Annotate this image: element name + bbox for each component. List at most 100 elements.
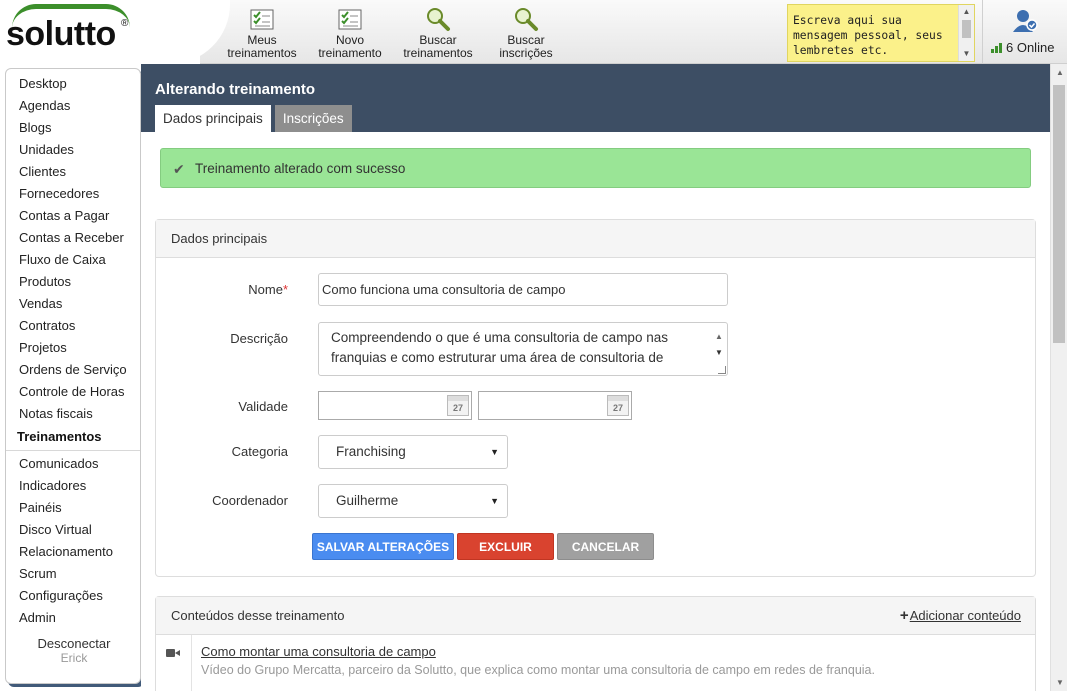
description-field[interactable]: Compreendendo o que é uma consultoria de… [318, 322, 728, 376]
scroll-down-icon[interactable]: ▼ [715, 343, 723, 363]
personal-note[interactable]: Escreva aqui sua mensagem pessoal, seus … [787, 4, 975, 62]
nav-buscar-inscricoes[interactable]: Buscar inscrições [482, 0, 570, 64]
nav-buscar-treinamentos[interactable]: Buscar treinamentos [394, 0, 482, 64]
nav-meus-treinamentos[interactable]: Meus treinamentos [218, 0, 306, 64]
sidebar-item-paineis[interactable]: Painéis [6, 497, 140, 519]
content-title-link[interactable]: Como montar uma consultoria de campo [201, 644, 436, 659]
sidebar-item-contratos[interactable]: Contratos [6, 315, 140, 337]
add-content-link[interactable]: +Adicionar conteúdo [900, 597, 1021, 635]
nav-novo-treinamento[interactable]: Novo treinamento [306, 0, 394, 64]
resize-grip-icon[interactable] [718, 366, 726, 374]
checklist-icon [338, 9, 362, 30]
logout-link[interactable]: Desconectar [6, 636, 142, 651]
dropdown-arrow-icon: ▼ [490, 447, 499, 457]
scroll-up-icon[interactable]: ▲ [959, 5, 974, 19]
sidebar-item-projetos[interactable]: Projetos [6, 337, 140, 359]
note-scrollbar[interactable]: ▲ ▼ [958, 5, 974, 61]
coordinator-select[interactable]: Guilherme ▼ [318, 484, 508, 518]
online-label: 6 Online [1006, 40, 1055, 55]
category-value: Franchising [336, 444, 406, 459]
page-title: Alterando treinamento [155, 81, 316, 98]
list-item: Como montar uma consultoria de campo Víd… [156, 635, 1035, 691]
coordinator-value: Guilherme [336, 493, 399, 508]
content-description: Vídeo do Grupo Mercatta, parceiro da Sol… [201, 663, 875, 677]
tab-inscricoes[interactable]: Inscrições [274, 105, 352, 132]
sidebar-item-desktop[interactable]: Desktop [6, 73, 140, 95]
nav-label-line2: inscrições [499, 46, 553, 60]
nav-label-line2: treinamentos [403, 46, 473, 60]
row-divider [191, 635, 192, 691]
checklist-icon [250, 9, 274, 30]
check-icon: ✔ [173, 161, 185, 177]
search-icon [515, 8, 538, 31]
calendar-icon[interactable]: 27 [607, 395, 629, 416]
personal-note-text[interactable]: Escreva aqui sua mensagem pessoal, seus … [793, 13, 959, 58]
sidebar-item-admin[interactable]: Admin [6, 607, 140, 629]
delete-button[interactable]: EXCLUIR [457, 533, 554, 560]
required-marker: * [282, 282, 288, 297]
sidebar-item-comunicados[interactable]: Comunicados [6, 453, 140, 475]
sidebar-item-ordens-de-servico[interactable]: Ordens de Serviço [6, 359, 140, 381]
validity-start-field[interactable]: 27 [318, 391, 472, 420]
name-field[interactable]: Como funciona uma consultoria de campo [318, 273, 728, 306]
description-scrollbar[interactable]: ▲ ▼ [710, 323, 727, 375]
sidebar-divider [6, 450, 140, 451]
save-button[interactable]: SALVAR ALTERAÇÕES [312, 533, 454, 560]
logo[interactable]: solutto ® [0, 0, 200, 64]
sidebar-item-disco-virtual[interactable]: Disco Virtual [6, 519, 140, 541]
sidebar-item-configuracoes[interactable]: Configurações [6, 585, 140, 607]
contents-panel: Conteúdos desse treinamento +Adicionar c… [155, 596, 1036, 691]
scroll-thumb[interactable] [1053, 85, 1065, 343]
page-header: Alterando treinamento Dados principais I… [141, 64, 1050, 132]
validity-label: Validade [238, 399, 288, 414]
category-label: Categoria [231, 444, 288, 459]
coordinator-label: Coordenador [212, 493, 288, 508]
name-label: Nome* [248, 282, 288, 297]
sidebar-item-treinamentos[interactable]: Treinamentos [6, 425, 140, 449]
sidebar-item-notas-fiscais[interactable]: Notas fiscais [6, 403, 140, 425]
sidebar-item-unidades[interactable]: Unidades [6, 139, 140, 161]
name-label-text: Nome [248, 282, 283, 297]
calendar-icon[interactable]: 27 [447, 395, 469, 416]
sidebar-item-vendas[interactable]: Vendas [6, 293, 140, 315]
category-select[interactable]: Franchising ▼ [318, 435, 508, 469]
logout-area: Desconectar Erick [6, 636, 142, 665]
sidebar-item-fornecedores[interactable]: Fornecedores [6, 183, 140, 205]
sidebar-item-blogs[interactable]: Blogs [6, 117, 140, 139]
scroll-down-icon[interactable]: ▼ [959, 47, 974, 61]
search-icon [427, 8, 450, 31]
cancel-button[interactable]: CANCELAR [557, 533, 654, 560]
scroll-thumb[interactable] [962, 20, 971, 38]
description-text: Compreendendo o que é uma consultoria de… [331, 330, 668, 365]
sidebar-item-scrum[interactable]: Scrum [6, 563, 140, 585]
add-content-label: Adicionar conteúdo [909, 608, 1021, 623]
sidebar-item-agendas[interactable]: Agendas [6, 95, 140, 117]
scroll-up-icon[interactable]: ▲ [1056, 68, 1064, 77]
sidebar-item-controle-de-horas[interactable]: Controle de Horas [6, 381, 140, 403]
sidebar-item-produtos[interactable]: Produtos [6, 271, 140, 293]
scroll-down-icon[interactable]: ▼ [1056, 678, 1064, 687]
form-panel-title: Dados principais [156, 220, 1035, 258]
tab-bar: Dados principais Inscrições [155, 105, 352, 132]
nav-label-line2: treinamentos [227, 46, 297, 60]
sidebar-item-fluxo-de-caixa[interactable]: Fluxo de Caixa [6, 249, 140, 271]
online-users[interactable]: 6 Online [982, 0, 1067, 64]
sidebar-item-relacionamento[interactable]: Relacionamento [6, 541, 140, 563]
sidebar-item-contas-a-pagar[interactable]: Contas a Pagar [6, 205, 140, 227]
form-panel: Dados principais Nome* Como funciona uma… [155, 219, 1036, 577]
contents-panel-header: Conteúdos desse treinamento +Adicionar c… [156, 597, 1035, 635]
user-check-icon [1013, 10, 1038, 32]
sidebar-item-clientes[interactable]: Clientes [6, 161, 140, 183]
logo-text: solutto [6, 15, 116, 53]
sidebar: Desktop Agendas Blogs Unidades Clientes … [5, 68, 141, 684]
top-bar: solutto ® Meus treinamentos Novo treinam… [0, 0, 1067, 64]
main-content: ✔ Treinamento alterado com sucesso Dados… [141, 132, 1050, 691]
sidebar-item-contas-a-receber[interactable]: Contas a Receber [6, 227, 140, 249]
plus-icon: + [899, 607, 909, 624]
validity-end-field[interactable]: 27 [478, 391, 632, 420]
sidebar-item-indicadores[interactable]: Indicadores [6, 475, 140, 497]
page-scrollbar[interactable]: ▲ ▼ [1050, 64, 1067, 691]
alert-message: Treinamento alterado com sucesso [195, 161, 406, 176]
tab-dados-principais[interactable]: Dados principais [155, 105, 271, 132]
dropdown-arrow-icon: ▼ [490, 496, 499, 506]
